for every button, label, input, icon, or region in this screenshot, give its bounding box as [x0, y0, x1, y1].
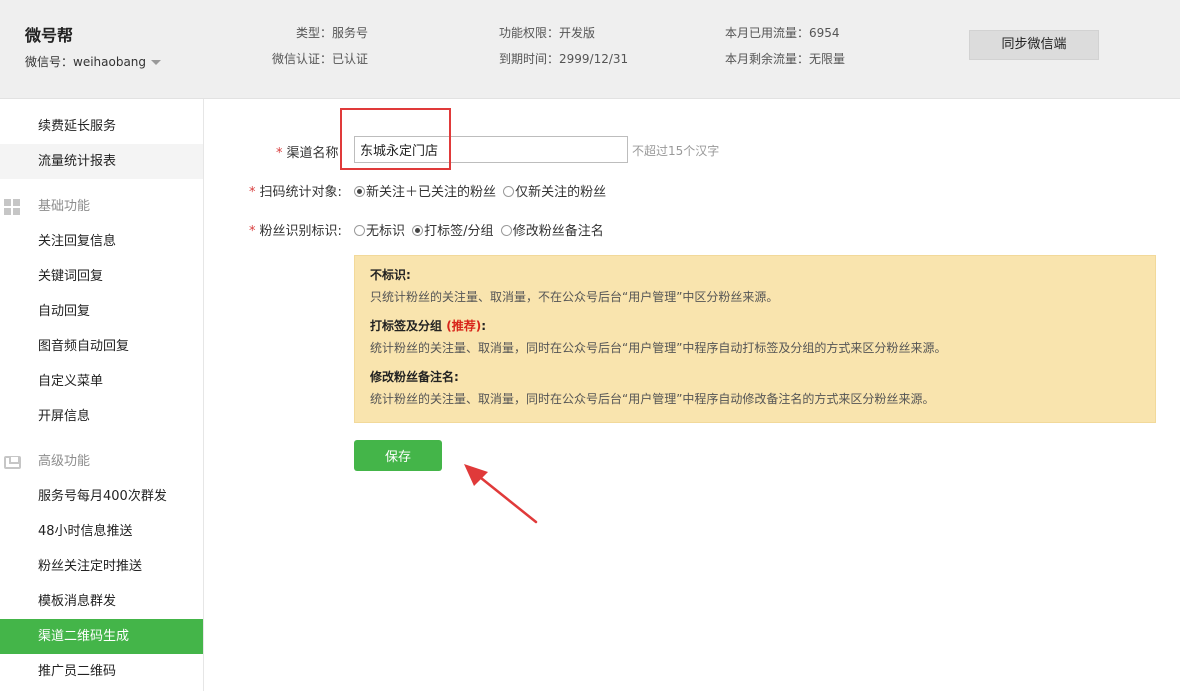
fan-identify-radio-group: 无标识 打标签/分组 修改粉丝备注名	[354, 220, 607, 239]
account-type: 类型：服务号	[296, 26, 369, 40]
sidebar-item-template-send[interactable]: 模板消息群发	[0, 584, 203, 619]
required-mark: *	[249, 185, 256, 200]
scan-target-label: * 扫码统计对象:	[249, 185, 342, 200]
permission-level: 功能权限：开发版	[499, 26, 596, 40]
sidebar-section-basic: 基础功能	[0, 189, 203, 224]
fan-option-none[interactable]: 无标识	[354, 220, 405, 239]
option-explanation-notice: 不标识: 只统计粉丝的关注量、取消量，不在公众号后台“用户管理”中区分粉丝来源。…	[354, 255, 1156, 423]
brand-name: 微号帮	[25, 26, 74, 45]
notice-title-none: 不标识:	[370, 268, 411, 282]
sidebar-item-renew[interactable]: 续费延长服务	[0, 109, 203, 144]
channel-name-hint: 不超过15个汉字	[632, 144, 720, 158]
inbox-icon	[4, 456, 21, 469]
sidebar-section-label: 高级功能	[38, 454, 91, 469]
expire-date: 到期时间：2999/12/31	[499, 52, 629, 66]
wechat-id-text: 微信号：weihaobang	[25, 55, 147, 69]
notice-title-remark: 修改粉丝备注名:	[370, 370, 459, 384]
sidebar-item-scheduled-push[interactable]: 粉丝关注定时推送	[0, 549, 203, 584]
notice-desc-none: 只统计粉丝的关注量、取消量，不在公众号后台“用户管理”中区分粉丝来源。	[370, 290, 779, 304]
scan-option-new-and-existing[interactable]: 新关注＋已关注的粉丝	[354, 181, 496, 200]
traffic-left: 本月剩余流量：无限量	[725, 52, 846, 66]
chevron-down-icon	[151, 60, 162, 65]
notice-desc-remark: 统计粉丝的关注量、取消量，同时在公众号后台“用户管理”中程序自动修改备注名的方式…	[370, 392, 935, 406]
notice-desc-tag: 统计粉丝的关注量、取消量，同时在公众号后台“用户管理”中程序自动打标签及分组的方…	[370, 341, 947, 355]
sidebar-item-auto-reply[interactable]: 自动回复	[0, 294, 203, 329]
sidebar-section-label: 基础功能	[38, 199, 91, 214]
traffic-used: 本月已用流量：6954	[725, 26, 840, 40]
channel-name-input[interactable]	[354, 136, 628, 163]
radio-checked-icon[interactable]	[412, 225, 424, 236]
fan-option-remark-name[interactable]: 修改粉丝备注名	[500, 220, 604, 239]
annotation-arrow-icon	[464, 464, 538, 524]
grid-icon	[4, 199, 21, 215]
sidebar-item-follow-reply[interactable]: 关注回复信息	[0, 224, 203, 259]
account-header: 微号帮 微信号：weihaobang 类型：服务号 微信认证：已认证 功能权限：…	[0, 0, 1180, 99]
radio-unchecked-icon[interactable]	[503, 186, 515, 197]
fan-option-tag-group[interactable]: 打标签/分组	[412, 220, 494, 239]
sidebar-item-channel-qrcode[interactable]: 渠道二维码生成	[0, 619, 203, 654]
sidebar-item-custom-menu[interactable]: 自定义菜单	[0, 364, 203, 399]
required-mark: *	[276, 146, 283, 161]
sidebar-item-media-reply[interactable]: 图音频自动回复	[0, 329, 203, 364]
sync-wechat-button[interactable]: 同步微信端	[969, 30, 1099, 60]
recommended-tag: (推荐)	[446, 319, 482, 333]
sidebar-item-splash-info[interactable]: 开屏信息	[0, 399, 203, 434]
radio-checked-icon[interactable]	[354, 186, 365, 197]
sidebar-item-traffic-report[interactable]: 流量统计报表	[0, 144, 203, 179]
notice-title-tag: 打标签及分组 (推荐):	[370, 319, 486, 333]
sidebar: 续费延长服务 流量统计报表 基础功能 关注回复信息 关键词回复 自动回复 图音频…	[0, 99, 204, 691]
radio-unchecked-icon[interactable]	[500, 225, 512, 236]
required-mark: *	[249, 224, 256, 239]
sidebar-item-mass-send[interactable]: 服务号每月400次群发	[0, 479, 203, 514]
verify-status: 微信认证：已认证	[272, 52, 369, 66]
fan-identify-label: * 粉丝识别标识:	[249, 224, 342, 239]
sidebar-section-advanced: 高级功能	[0, 444, 203, 479]
scan-target-radio-group: 新关注＋已关注的粉丝 仅新关注的粉丝	[354, 181, 609, 200]
sidebar-item-promoter-qrcode[interactable]: 推广员二维码	[0, 654, 203, 689]
wechat-id-selector[interactable]: 微信号：weihaobang	[25, 53, 162, 70]
scan-option-new-only[interactable]: 仅新关注的粉丝	[503, 181, 606, 200]
sidebar-item-48h-push[interactable]: 48小时信息推送	[0, 514, 203, 549]
save-button[interactable]: 保存	[354, 440, 442, 471]
sidebar-item-keyword-reply[interactable]: 关键词回复	[0, 259, 203, 294]
channel-name-label: * 渠道名称:	[276, 146, 343, 161]
radio-unchecked-icon[interactable]	[354, 225, 365, 236]
